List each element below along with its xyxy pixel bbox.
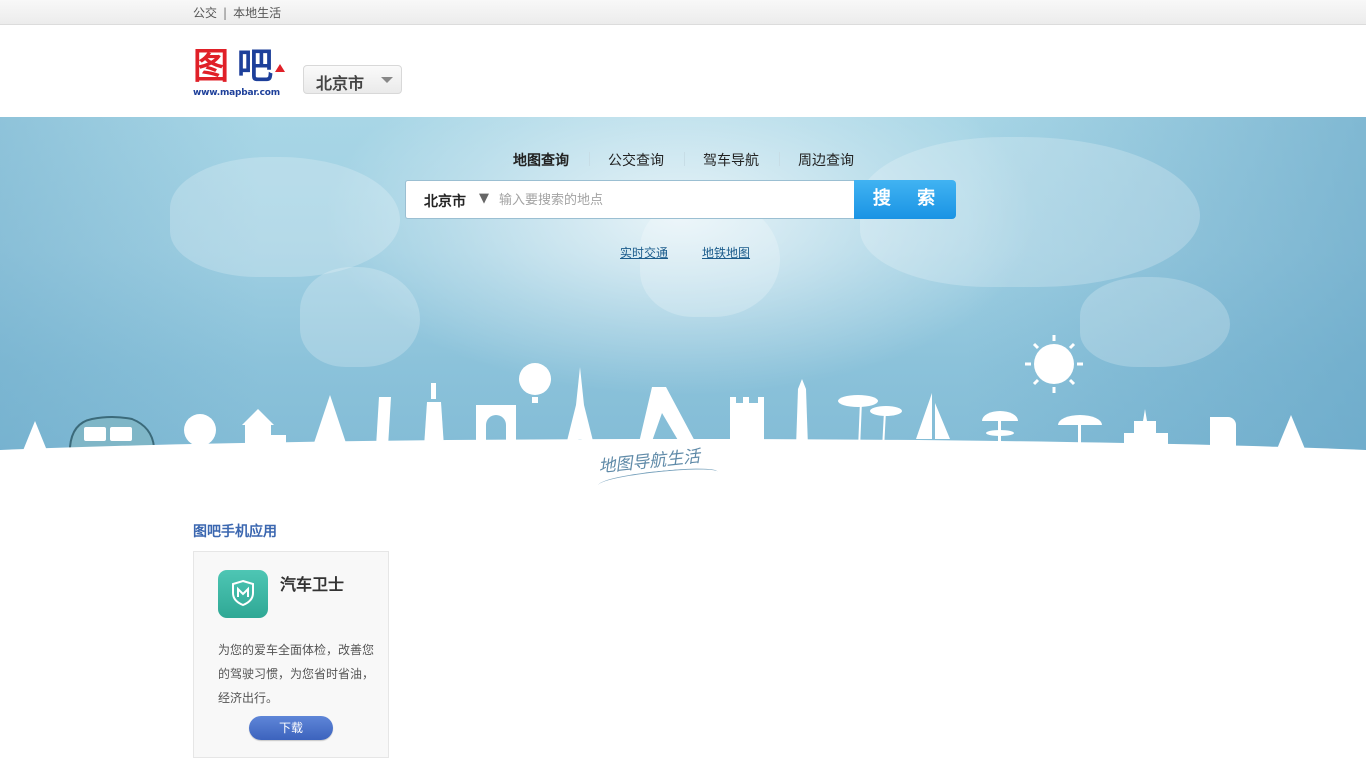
tab-divider	[684, 152, 685, 166]
chevron-down-icon	[381, 77, 393, 83]
search-city-selector[interactable]: 北京市	[424, 191, 466, 211]
logo-char-tu: 图	[193, 46, 230, 87]
logo-url: www.mapbar.com	[193, 88, 280, 98]
top-link-bus[interactable]: 公交	[193, 4, 217, 21]
tab-map-search[interactable]: 地图查询	[513, 150, 569, 170]
app-description: 为您的爱车全面体检，改善您的驾驶习惯，为您省时省油，经济出行。	[218, 643, 375, 705]
download-button[interactable]: 下载	[249, 716, 333, 740]
app-name[interactable]: 汽车卫士	[280, 571, 344, 595]
app-card: 汽车卫士 为您的爱车全面体检，改善您的驾驶习惯，为您省时省油，经济出行。 下载	[193, 551, 389, 758]
tab-bus-search[interactable]: 公交查询	[608, 150, 664, 170]
city-selector-value: 北京市	[316, 74, 365, 93]
tree-icon-right	[1277, 415, 1305, 449]
tower-icon	[796, 379, 808, 447]
top-link-separator: |	[223, 6, 228, 20]
tab-driving-navigation[interactable]: 驾车导航	[703, 150, 759, 170]
apps-section-title: 图吧手机应用	[193, 524, 277, 540]
search-input[interactable]	[497, 187, 841, 213]
leaning-tower-icon	[376, 397, 391, 447]
tab-nearby-search[interactable]: 周边查询	[798, 150, 854, 170]
pine-tree-icon	[314, 395, 346, 443]
site-header: 图 吧 www.mapbar.com 北京市	[0, 25, 1366, 117]
search-box: 北京市 ▼	[405, 180, 855, 219]
shield-m-icon[interactable]	[218, 570, 268, 618]
logo-char-ba: 吧	[237, 46, 274, 87]
logo-arrow-icon	[275, 64, 285, 72]
subway-map-link[interactable]: 地铁地图	[702, 244, 750, 261]
top-link-local-life[interactable]: 本地生活	[233, 4, 281, 21]
umbrella-table-icon	[982, 411, 1018, 421]
sailboat-icon	[916, 393, 932, 439]
sun-icon	[1034, 344, 1074, 384]
search-button[interactable]: 搜 索	[854, 180, 956, 219]
tab-divider	[779, 152, 780, 166]
tab-divider	[589, 152, 590, 166]
round-tree-icon	[184, 414, 216, 446]
mapbar-logo[interactable]: 图 吧 www.mapbar.com	[193, 47, 285, 99]
city-selector[interactable]: 北京市	[303, 65, 402, 94]
eiffel-tower-icon	[566, 367, 594, 445]
house-icon	[242, 409, 274, 425]
cctv-tower-icon	[638, 387, 698, 447]
caret-down-icon[interactable]: ▼	[479, 191, 489, 206]
top-links: 公交 | 本地生活	[193, 4, 281, 21]
realtime-traffic-link[interactable]: 实时交通	[620, 244, 668, 261]
statue-of-liberty-icon	[431, 383, 436, 399]
top-nav-bar: 公交 | 本地生活	[0, 0, 1366, 25]
hot-air-balloon-icon	[519, 363, 551, 395]
beach-umbrella-icon	[1058, 415, 1102, 425]
hero-banner: 地图导航生活 地图查询 公交查询 驾车导航 周边查询 北京市 ▼ 搜 索 实时交…	[0, 117, 1366, 500]
